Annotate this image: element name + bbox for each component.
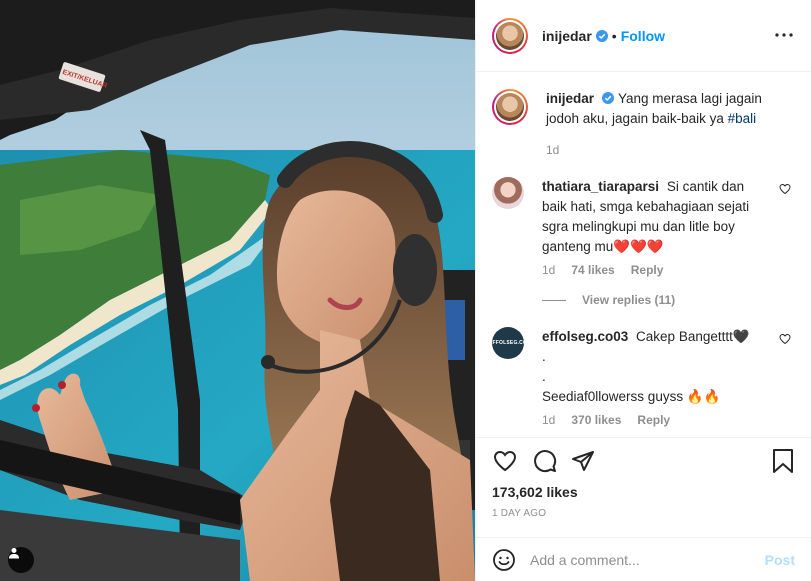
caption-username[interactable]: inijedar [546,91,594,106]
verified-icon [595,29,608,42]
user-tag-icon [9,548,19,559]
heart-icon[interactable] [492,449,518,473]
verified-icon [602,92,615,104]
reply-button[interactable]: Reply [637,413,670,427]
post-caption: inijedar Yang merasa lagi jagain jodoh ak… [492,73,795,157]
post-photo[interactable]: EXIT/KELUAR [0,0,475,581]
commenter-username[interactable]: effolseg.co03 [542,329,628,344]
comment-item: EFFOLSEG.CO effolseg.co03 Cakep Bangettt… [489,327,795,427]
post-comment-button[interactable]: Post [765,552,795,568]
commenter-avatar[interactable] [492,177,524,209]
caption-age[interactable]: 1d [546,143,559,157]
comment-age[interactable]: 1d [542,263,555,277]
like-comment-heart-icon[interactable] [779,333,791,345]
like-comment-heart-icon[interactable] [779,183,791,195]
commenter-username[interactable]: thatiara_tiaraparsi [542,179,659,194]
user-tag-button[interactable] [8,547,34,573]
view-replies-button[interactable]: View replies (11) [542,293,795,307]
comment-age[interactable]: 1d [542,413,555,427]
comment-likes[interactable]: 370 likes [571,413,621,427]
comment-icon[interactable] [532,449,558,473]
post-header: inijedar • Follow [476,0,811,72]
comment-text-line-4: Seediaf0llowerss guyss 🔥🔥 [542,389,721,404]
comments-section: inijedar Yang merasa lagi jagain jodoh ak… [476,73,811,437]
view-replies-line [542,299,566,301]
action-icons [492,438,795,484]
author-avatar[interactable] [492,17,528,54]
header-separator: • [611,27,617,44]
comment-item: thatiara_tiaraparsi Si cantik dan baik h… [492,177,795,277]
post-date[interactable]: 1 DAY AGO [492,508,795,519]
reply-button[interactable]: Reply [631,263,664,277]
bookmark-icon[interactable] [771,448,795,474]
author-username[interactable]: inijedar [542,28,592,44]
comment-likes[interactable]: 74 likes [571,263,614,277]
caption-avatar[interactable] [492,89,528,125]
comment-input[interactable]: Add a comment... [530,552,765,568]
comment-text-line-1: Cakep Bangetttt🖤 [636,329,750,344]
likes-count[interactable]: 173,602 likes [492,484,795,500]
more-options-icon[interactable] [773,25,795,45]
comment-text-line-3: . [542,369,546,384]
add-comment-bar: Add a comment... Post [476,537,811,581]
instagram-post: EXIT/KELUAR inijedar • Follow inijedar Y… [0,0,811,581]
share-icon[interactable] [570,449,596,473]
post-actions: 173,602 likes 1 DAY AGO [476,437,811,519]
commenter-avatar[interactable]: EFFOLSEG.CO [489,327,527,359]
caption-text: inijedar Yang merasa lagi jagain jodoh ak… [546,89,795,129]
view-replies-label: View replies (11) [582,293,676,307]
caption-hashtag[interactable]: #bali [728,111,757,126]
follow-button[interactable]: Follow [621,28,665,44]
comment-text-line-2: . [542,349,546,364]
post-details-panel: inijedar • Follow inijedar Yang merasa l… [475,0,811,581]
helicopter-photo: EXIT/KELUAR [0,0,475,581]
emoji-icon[interactable] [492,548,516,572]
